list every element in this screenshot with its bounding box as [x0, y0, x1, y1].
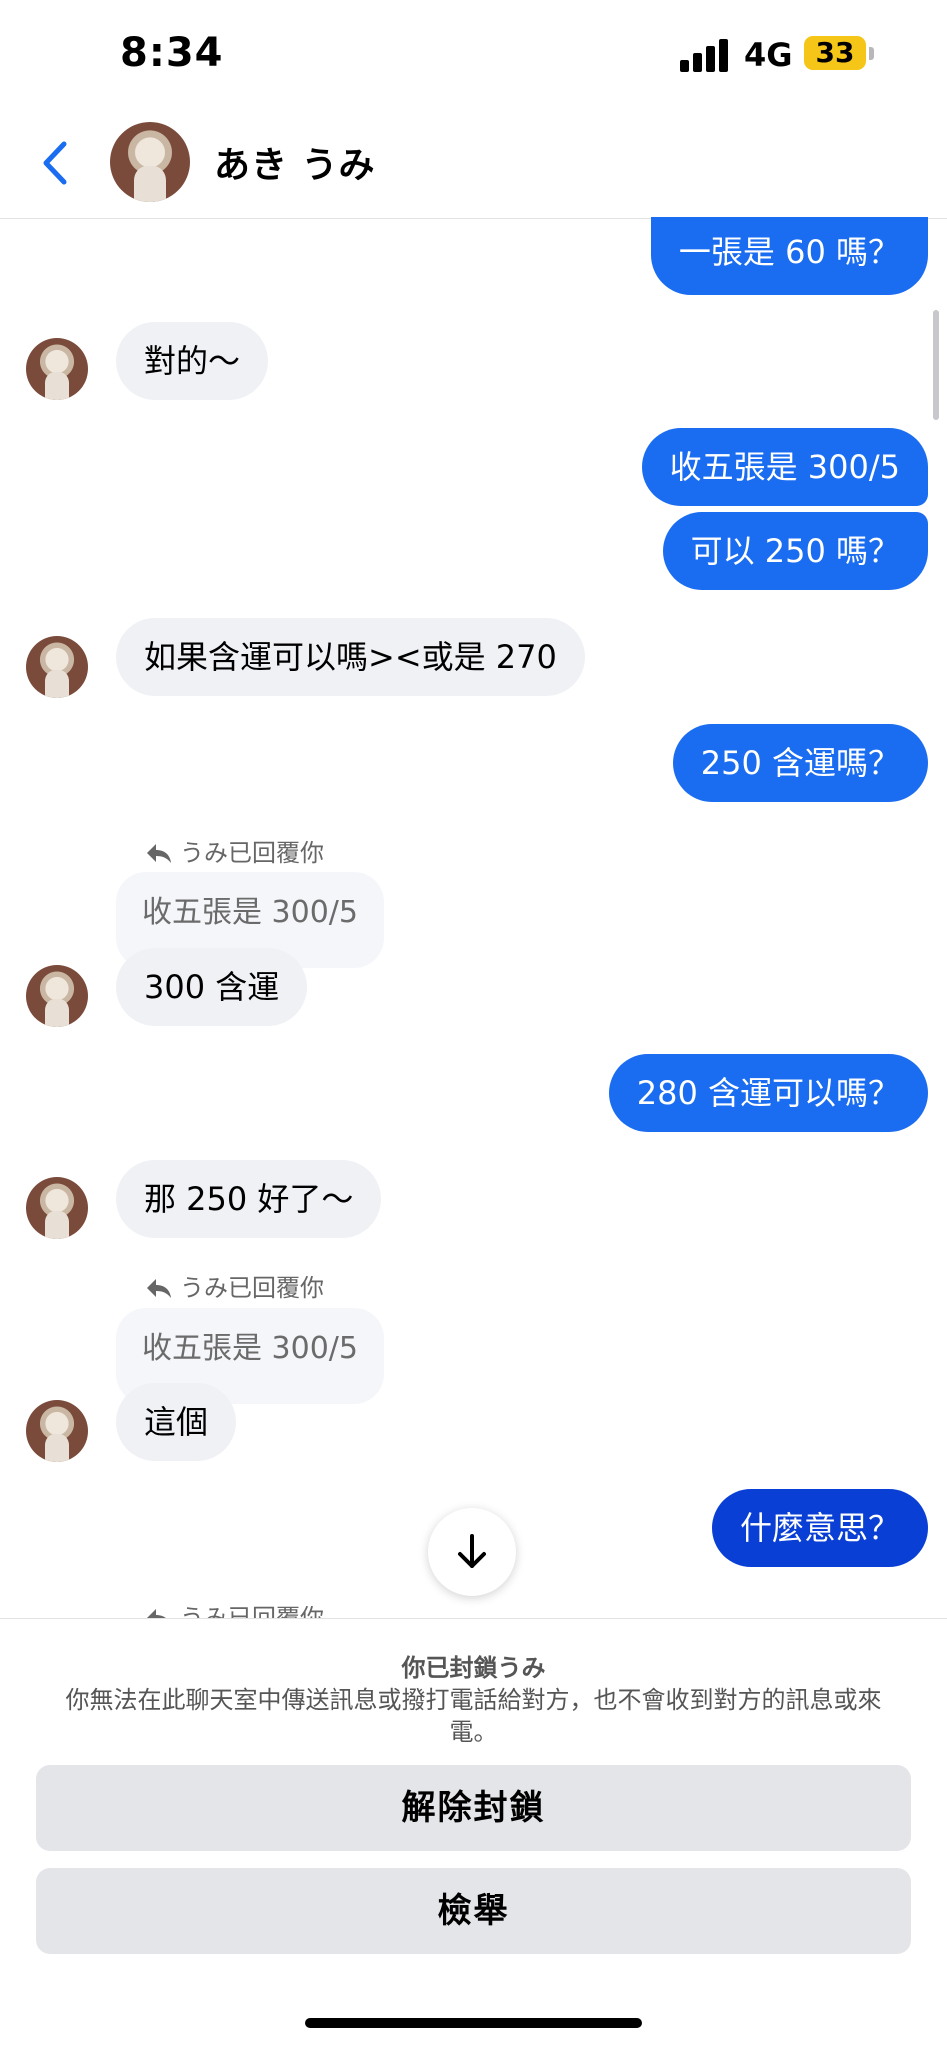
unblock-button[interactable]: 解除封鎖: [36, 1765, 911, 1851]
scrollbar[interactable]: [933, 310, 939, 420]
message-incoming[interactable]: 這個: [116, 1383, 237, 1461]
contact-name[interactable]: あき うみ: [214, 136, 376, 188]
reply-label: うみ已回覆你: [146, 1268, 324, 1303]
sender-avatar[interactable]: [26, 338, 88, 400]
message-outgoing[interactable]: 一張是 60 嗎？: [650, 217, 928, 295]
message-incoming[interactable]: 300 含運: [116, 948, 308, 1026]
network-label: 4G: [744, 36, 793, 74]
status-time: 8:34: [120, 30, 224, 76]
contact-avatar[interactable]: [110, 122, 190, 202]
message-outgoing[interactable]: 收五張是 300/5: [641, 428, 928, 506]
reply-label-text: うみ已回覆你: [180, 839, 324, 867]
sender-avatar[interactable]: [26, 636, 88, 698]
battery-indicator: 33: [804, 36, 866, 70]
message-outgoing[interactable]: 250 含運嗎？: [672, 724, 928, 802]
reply-label: うみ已回覆你: [146, 833, 324, 868]
scroll-to-bottom-button[interactable]: [428, 1508, 516, 1596]
back-chevron-icon[interactable]: [36, 138, 76, 188]
arrow-down-icon: [458, 1534, 486, 1568]
message-outgoing[interactable]: 280 含運可以嗎？: [608, 1054, 928, 1132]
reply-label: うみ已回覆你: [146, 1598, 324, 1618]
message-outgoing[interactable]: 可以 250 嗎？: [662, 512, 928, 590]
sender-avatar[interactable]: [26, 965, 88, 1027]
report-button[interactable]: 檢舉: [36, 1868, 911, 1954]
reply-icon: [146, 1277, 172, 1299]
message-incoming[interactable]: 對的～: [116, 322, 269, 400]
reply-icon: [146, 842, 172, 864]
message-incoming[interactable]: 那 250 好了～: [116, 1160, 382, 1238]
battery-cap: [869, 47, 874, 60]
reply-icon: [146, 1607, 172, 1618]
reply-label-text: うみ已回覆你: [180, 1604, 324, 1618]
sender-avatar[interactable]: [26, 1400, 88, 1462]
signal-icon: [680, 38, 730, 72]
message-incoming[interactable]: 如果含運可以嗎><或是 270: [116, 618, 585, 696]
message-outgoing[interactable]: 什麼意思？: [711, 1489, 928, 1567]
home-indicator[interactable]: [305, 2018, 642, 2028]
blocked-description: 你無法在此聊天室中傳送訊息或撥打電話給對方，也不會收到對方的訊息或來電。: [65, 1686, 882, 1746]
sender-avatar[interactable]: [26, 1177, 88, 1239]
reply-label-text: うみ已回覆你: [180, 1274, 324, 1302]
blocked-title: 你已封鎖うみ: [401, 1654, 546, 1682]
